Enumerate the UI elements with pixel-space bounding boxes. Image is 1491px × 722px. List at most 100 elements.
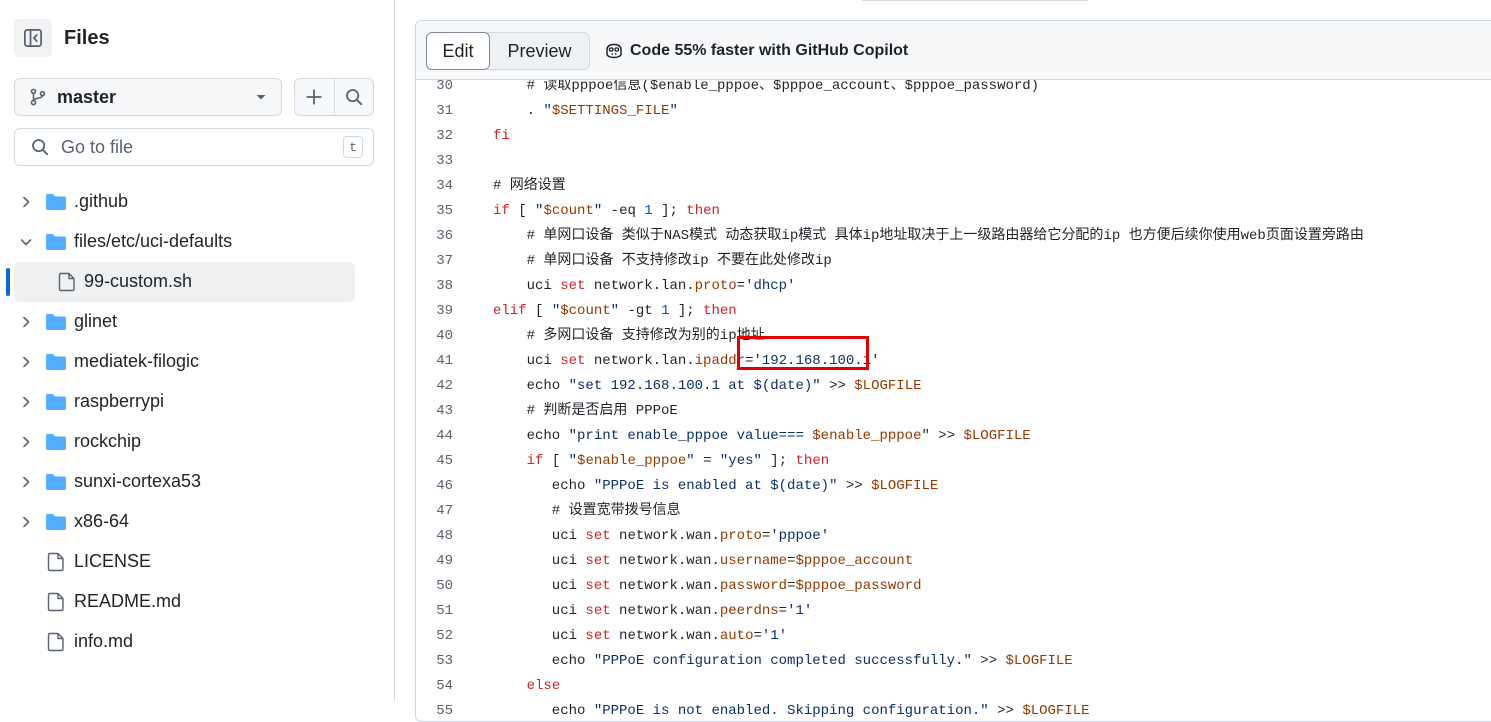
line-number: 51 [436,603,453,619]
tree-item-label: 99-custom.sh [84,271,193,291]
line-number: 34 [436,178,453,194]
go-to-file-field[interactable]: t [14,128,374,166]
tab-edit[interactable]: Edit [426,32,490,70]
line-number: 37 [436,253,453,269]
code-token: echo [493,703,594,719]
code-token: peerdns [719,603,779,619]
editor-toolbar: Edit Preview Code 55% faster with GitHub… [416,21,1491,80]
code-token: " [669,103,678,119]
file-icon [58,272,75,292]
code-token: set [585,553,611,569]
tree-item-label: x86-64 [74,511,130,531]
code-text: echo "PPPoE configuration completed succ… [493,649,1073,674]
code-token: network.lan. [585,278,695,294]
code-token: " [921,428,930,444]
code-token: echo [493,653,594,669]
folder-item[interactable]: glinet [0,302,394,342]
branch-selector[interactable]: master [14,78,282,116]
chevron-right-icon[interactable] [18,474,34,490]
chevron-right-icon[interactable] [18,514,34,530]
folder-item[interactable]: sunxi-cortexa53 [0,462,394,502]
code-token: uci [493,553,586,569]
code-token: [ [526,303,552,319]
folder-open-icon [46,234,66,250]
code-token: then [703,303,737,319]
code-token: $LOGFILE [1022,703,1090,719]
chevron-right-icon[interactable] [18,354,34,370]
search-code-button[interactable] [333,79,374,115]
copilot-icon [606,43,622,59]
code-token: echo [493,378,569,394]
tree-item-label: raspberrypi [74,391,165,411]
line-number: 54 [436,678,453,694]
code-text: uci set network.wan.proto='pppoe' [493,524,829,549]
folder-item[interactable]: rockchip [0,422,394,462]
code-token: = [778,603,788,619]
file-item[interactable]: README.md [0,582,394,622]
code-token: then [686,203,720,219]
add-file-button[interactable] [295,79,334,115]
code-token: # 判断是否启用 PPPoE [493,403,678,419]
code-token: password [719,578,788,594]
code-token: set [585,578,611,594]
git-branch-icon [30,88,46,106]
code-text: # 多网口设备 支持修改为别的ip地址 [493,324,765,349]
copilot-promo-text: Code 55% faster with GitHub Copilot [630,42,909,59]
code-token: "PPPoE is enabled at $(date)" [593,478,838,494]
folder-icon [46,474,66,490]
code-token: "PPPoE is not enabled. Skipping configur… [593,703,989,719]
chevron-down-icon[interactable] [18,234,34,250]
code-token: = [694,453,720,469]
file-icon [47,632,64,652]
code-token: set [585,528,611,544]
code-token: "PPPoE configuration completed successfu… [593,653,972,669]
chevron-right-icon[interactable] [18,194,34,210]
code-token: set [585,603,611,619]
tree-item-label: mediatek-filogic [74,351,200,371]
file-item[interactable]: LICENSE [0,542,394,582]
search-icon [32,139,49,156]
code-content[interactable]: 30 # 读取pppoe信息($enable_pppoe、$pppoe_acco… [416,80,1491,720]
code-token: uci [493,528,586,544]
code-text: else [493,674,561,699]
code-token: uci [493,278,561,294]
code-token: $SETTINGS_FILE [551,103,670,119]
code-text: uci set network.lan.proto='dhcp' [493,274,796,299]
code-token: network.wan. [610,628,720,644]
code-token: network.lan. [585,353,695,369]
folder-item[interactable]: mediatek-filogic [0,342,394,382]
file-item[interactable]: info.md [0,622,394,662]
folder-item[interactable]: .github [0,182,394,222]
code-text: echo "set 192.168.100.1 at $(date)" >> $… [493,374,922,399]
chevron-right-icon[interactable] [18,394,34,410]
code-token: -eq [602,203,645,219]
tab-preview[interactable]: Preview [490,33,589,69]
folder-icon [46,514,66,530]
folder-item[interactable]: x86-64 [0,502,394,542]
code-token: " [543,103,552,119]
line-number: 36 [436,228,453,244]
chevron-right-icon[interactable] [18,434,34,450]
code-token: = [753,628,762,644]
file-icon [47,592,64,612]
code-token: elif [493,303,527,319]
code-token: uci [493,628,586,644]
tree-item-label: rockchip [74,431,142,451]
folder-icon [46,314,66,330]
chevron-right-icon[interactable] [18,314,34,330]
code-token: $LOGFILE [963,428,1031,444]
code-token: ipaddr [694,353,746,369]
code-token: network.wan. [610,553,720,569]
code-text: . "$SETTINGS_FILE" [493,99,678,124]
file-item[interactable]: 99-custom.sh [0,262,394,302]
copilot-promo-link[interactable]: Code 55% faster with GitHub Copilot [604,41,908,61]
line-number: 47 [436,503,453,519]
folder-item[interactable]: files/etc/uci-defaults [0,222,394,262]
folder-item[interactable]: raspberrypi [0,382,394,422]
code-token: set [560,353,586,369]
go-to-file-input[interactable] [59,135,343,159]
code-token: $enable_pppoe [577,453,687,469]
collapse-sidebar-button[interactable] [14,19,52,57]
line-number: 40 [436,328,453,344]
code-token: # 网络设置 [493,178,566,194]
